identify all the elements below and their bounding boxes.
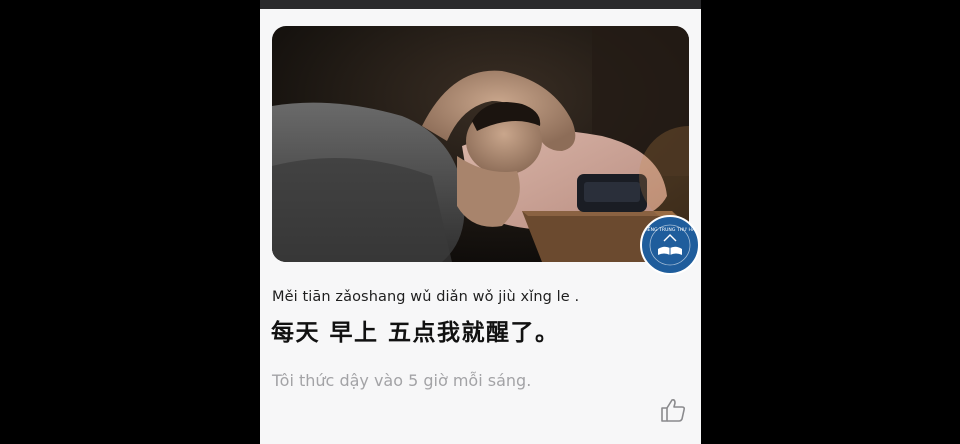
lesson-image (272, 26, 689, 262)
hanzi-text: 每天 早上 五点我就醒了。 (271, 320, 560, 346)
pinyin-text: Měi tiān zǎoshang wǔ diǎn wǒ jiù xǐng le… (272, 289, 580, 305)
lesson-card: TIẾNG TRUNG THƯ HẢI Měi tiān zǎoshang wǔ… (260, 9, 701, 444)
translation-text: Tôi thức dậy vào 5 giờ mỗi sáng. (272, 371, 532, 390)
top-bar (260, 0, 701, 9)
thumbs-up-icon[interactable] (658, 395, 688, 425)
book-logo-icon: TIẾNG TRUNG THƯ HẢI (640, 215, 700, 275)
